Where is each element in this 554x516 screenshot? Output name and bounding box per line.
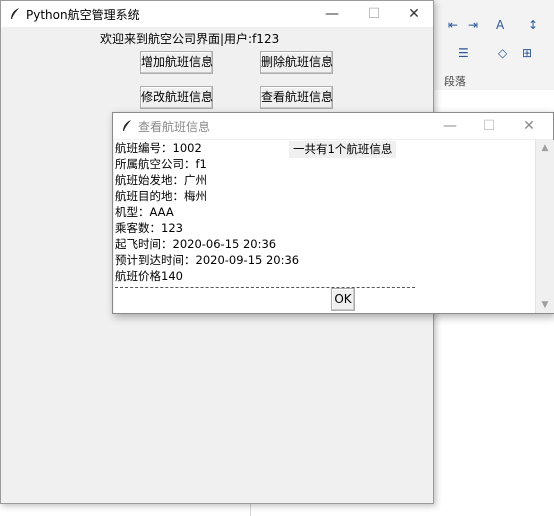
sort-icon[interactable]: ↕ bbox=[528, 18, 538, 32]
view-flight-dialog: 查看航班信息 — ☐ ✕ 航班编号：1002 一共有1个航班信息 所属航空公司：… bbox=[112, 112, 554, 314]
passenger-count-line: 乘客数：123 bbox=[115, 221, 183, 235]
close-button[interactable]: ✕ bbox=[394, 1, 434, 27]
text-direction-icon[interactable]: A bbox=[496, 18, 504, 32]
destination-line: 航班目的地：梅州 bbox=[115, 189, 207, 203]
add-flight-button[interactable]: 增加航班信息 bbox=[140, 51, 213, 74]
feather-icon bbox=[11, 8, 19, 19]
welcome-label: 欢迎来到航空公司界面|用户:f123 bbox=[100, 32, 280, 46]
dialog-close-button[interactable]: ✕ bbox=[509, 113, 549, 139]
flight-count-label: 一共有1个航班信息 bbox=[289, 141, 397, 158]
flight-number-line: 航班编号：1002 bbox=[115, 141, 202, 155]
line-spacing-icon[interactable]: ☰ bbox=[458, 46, 469, 60]
main-window-title: Python航空管理系统 bbox=[26, 8, 140, 22]
main-titlebar[interactable]: Python航空管理系统 — ☐ ✕ bbox=[1, 1, 433, 27]
dialog-title: 查看航班信息 bbox=[138, 120, 211, 134]
ok-button[interactable]: OK bbox=[331, 288, 355, 311]
aircraft-type-line: 机型：AAA bbox=[115, 205, 174, 219]
scroll-up-icon[interactable]: ▲ bbox=[536, 140, 554, 156]
scroll-down-icon[interactable]: ▼ bbox=[536, 297, 554, 313]
maximize-button[interactable]: ☐ bbox=[354, 1, 394, 27]
dialog-maximize-button[interactable]: ☐ bbox=[469, 113, 509, 139]
modify-flight-button[interactable]: 修改航班信息 bbox=[140, 86, 213, 109]
outdent-icon[interactable]: ⇤ bbox=[448, 18, 458, 32]
departure-time-line: 起飞时间：2020-06-15 20:36 bbox=[115, 237, 277, 251]
delete-flight-button[interactable]: 删除航班信息 bbox=[260, 51, 333, 74]
paragraph-group-label: 段落 bbox=[444, 75, 466, 88]
indent-icon[interactable]: ⇥ bbox=[468, 18, 478, 32]
vertical-scrollbar[interactable]: ▲ ▼ bbox=[535, 140, 554, 313]
shading-icon[interactable]: ◇ bbox=[498, 46, 507, 60]
minimize-button[interactable]: — bbox=[312, 1, 352, 27]
ribbon: ⇤ ⇥ A ↕ ☰ ◇ ⊞ 段落 bbox=[434, 0, 554, 93]
flight-info-text[interactable]: 航班编号：1002 一共有1个航班信息 所属航空公司：f1 航班始发地：广州 航… bbox=[114, 140, 535, 313]
price-line: 航班价格140 bbox=[115, 269, 183, 283]
dialog-minimize-button[interactable]: — bbox=[430, 113, 470, 139]
dialog-titlebar[interactable]: 查看航班信息 — ☐ ✕ bbox=[113, 113, 553, 139]
origin-line: 航班始发地：广州 bbox=[115, 173, 207, 187]
view-flight-button[interactable]: 查看航班信息 bbox=[260, 86, 333, 109]
arrival-time-line: 预计到达时间：2020-09-15 20:36 bbox=[115, 253, 300, 267]
airline-line: 所属航空公司：f1 bbox=[115, 157, 207, 171]
feather-icon bbox=[123, 120, 131, 131]
separator-line bbox=[115, 287, 415, 288]
borders-icon[interactable]: ⊞ bbox=[522, 46, 532, 60]
